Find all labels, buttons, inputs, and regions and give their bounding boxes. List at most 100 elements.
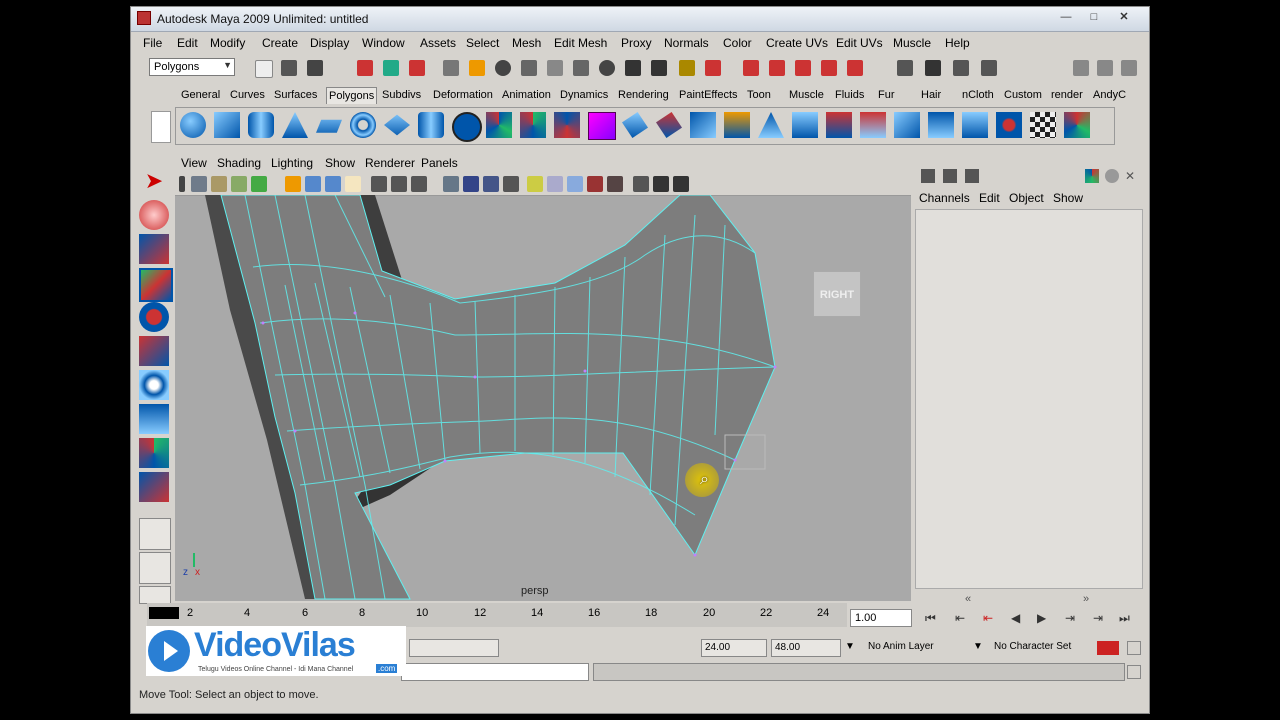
cylindrical-mapping-icon[interactable]: [962, 112, 988, 138]
camera-attributes-icon[interactable]: [211, 176, 227, 192]
animation-end-field[interactable]: 48.00: [771, 639, 841, 657]
shelf-tab-hair[interactable]: Hair: [919, 87, 943, 103]
history-icon[interactable]: [599, 60, 615, 76]
menu-help[interactable]: Help: [945, 36, 970, 50]
viewcube[interactable]: RIGHT: [813, 271, 861, 317]
menu-select[interactable]: Select: [466, 36, 499, 50]
shelf-tab-subdivs[interactable]: Subdivs: [380, 87, 423, 103]
menu-muscle[interactable]: Muscle: [893, 36, 931, 50]
poly-cone-icon[interactable]: [282, 112, 308, 138]
menu-edit[interactable]: Edit: [177, 36, 198, 50]
shelf-tab-fur[interactable]: Fur: [876, 87, 897, 103]
select-object-icon[interactable]: [383, 60, 399, 76]
shelf-tab-fluids[interactable]: Fluids: [833, 87, 866, 103]
maximize-button[interactable]: □: [1081, 9, 1107, 25]
current-time-marker[interactable]: [149, 607, 179, 619]
menu-file[interactable]: File: [143, 36, 162, 50]
separate-icon[interactable]: [520, 112, 546, 138]
go-to-end-icon[interactable]: ⏭: [1119, 611, 1130, 626]
show-layers-icon[interactable]: [981, 60, 997, 76]
menu-create[interactable]: Create: [262, 36, 298, 50]
step-back-frame-icon[interactable]: ⇤: [955, 611, 965, 625]
minimize-button[interactable]: —: [1053, 9, 1079, 25]
layout-icon-2[interactable]: [1097, 60, 1113, 76]
current-frame-field[interactable]: 1.00: [850, 609, 912, 627]
go-to-start-icon[interactable]: ⏮: [925, 611, 936, 626]
smooth-icon[interactable]: [554, 112, 580, 138]
xray-icon[interactable]: [567, 176, 583, 192]
single-perspective-layout-icon[interactable]: [139, 518, 171, 550]
playblast-icon[interactable]: [633, 176, 649, 192]
channel-menu-object[interactable]: Object: [1009, 191, 1044, 205]
channel-menu-channels[interactable]: Channels: [919, 191, 970, 205]
play-forwards-icon[interactable]: ▶: [1037, 611, 1046, 625]
channel-box-toggle-icon[interactable]: [921, 169, 935, 183]
poly-pipe-icon[interactable]: [418, 112, 444, 138]
universal-manipulator-icon[interactable]: [139, 370, 169, 400]
anim-layer-select[interactable]: No Anim Layer: [865, 639, 985, 657]
shelf-tab-toon[interactable]: Toon: [745, 87, 773, 103]
insert-edge-loop-icon[interactable]: [758, 112, 784, 138]
save-scene-icon[interactable]: [307, 60, 323, 76]
snap-point-icon[interactable]: [495, 60, 511, 76]
menu-mesh[interactable]: Mesh: [512, 36, 541, 50]
poly-plane-icon[interactable]: [316, 119, 342, 133]
channel-scroll-right-icon[interactable]: »: [1083, 593, 1089, 605]
menu-modify[interactable]: Modify: [210, 36, 245, 50]
vp-menu-panels[interactable]: Panels: [421, 156, 458, 170]
menu-create-uvs[interactable]: Create UVs: [766, 36, 828, 50]
image-plane-icon[interactable]: [251, 176, 267, 192]
shelf-tab-ncloth[interactable]: nCloth: [960, 87, 996, 103]
channel-layers-toggle-icon[interactable]: [943, 169, 957, 183]
shelf-tab-custom[interactable]: Custom: [1002, 87, 1044, 103]
render-settings-icon[interactable]: [795, 60, 811, 76]
auto-key-icon[interactable]: [1097, 641, 1119, 655]
layout-icon-3[interactable]: [1121, 60, 1137, 76]
show-manipulator-icon[interactable]: [139, 438, 169, 468]
script-editor-icon[interactable]: [1127, 665, 1141, 679]
poly-cube-icon[interactable]: [214, 112, 240, 138]
anim-layer-dropdown-icon[interactable]: ▼: [973, 641, 983, 652]
poly-helix-icon[interactable]: [452, 112, 482, 142]
vp-menu-lighting[interactable]: Lighting: [271, 156, 313, 170]
menu-edit-mesh[interactable]: Edit Mesh: [554, 36, 607, 50]
lock-icon[interactable]: [679, 60, 695, 76]
wireframe-icon[interactable]: [443, 176, 459, 192]
shelf-tab-deformation[interactable]: Deformation: [431, 87, 495, 103]
lasso-tool-icon[interactable]: [139, 200, 169, 230]
combine-icon[interactable]: [486, 112, 512, 138]
step-forward-frame-icon[interactable]: ⇥: [1093, 611, 1103, 625]
soft-modification-icon[interactable]: [139, 404, 169, 434]
safe-action-icon[interactable]: [391, 176, 407, 192]
shelf-tab-animation[interactable]: Animation: [500, 87, 553, 103]
wireframe-on-shaded-icon[interactable]: [483, 176, 499, 192]
scene-view[interactable]: ⌕ RIGHT z x: [175, 194, 911, 601]
render-icon[interactable]: [743, 60, 759, 76]
bridge-icon[interactable]: [656, 112, 682, 138]
perspective-viewport[interactable]: View Shading Lighting Show Renderer Pane…: [175, 153, 911, 601]
smooth-shade-icon[interactable]: [463, 176, 479, 192]
last-tool-icon[interactable]: [139, 472, 169, 502]
step-back-key-icon[interactable]: ⇤: [983, 611, 993, 625]
playback-end-field[interactable]: 24.00: [701, 639, 767, 657]
snap-curve-icon[interactable]: [469, 60, 485, 76]
snap-view-plane-icon[interactable]: [521, 60, 537, 76]
select-component-icon[interactable]: [409, 60, 425, 76]
channel-box-content[interactable]: [915, 209, 1143, 589]
grid-toggle-icon[interactable]: [285, 176, 301, 192]
show-attribute-editor-icon[interactable]: [897, 60, 913, 76]
shelf-tab-surfaces[interactable]: Surfaces: [272, 87, 319, 103]
channel-scroll-left-icon[interactable]: «: [965, 593, 971, 605]
channel-sphere-icon[interactable]: [1105, 169, 1119, 183]
character-set-select[interactable]: No Character Set: [991, 639, 1101, 657]
hypershade-icon[interactable]: [821, 60, 837, 76]
offset-edge-loop-icon[interactable]: [792, 112, 818, 138]
spherical-mapping-icon[interactable]: [996, 112, 1022, 138]
four-view-layout-icon[interactable]: [139, 552, 171, 584]
vp-menu-view[interactable]: View: [181, 156, 207, 170]
collapse-icon[interactable]: [894, 112, 920, 138]
select-hierarchy-icon[interactable]: [357, 60, 373, 76]
animation-prefs-icon[interactable]: [1127, 641, 1141, 655]
hq-render-icon[interactable]: [607, 176, 623, 192]
textured-icon[interactable]: [503, 176, 519, 192]
